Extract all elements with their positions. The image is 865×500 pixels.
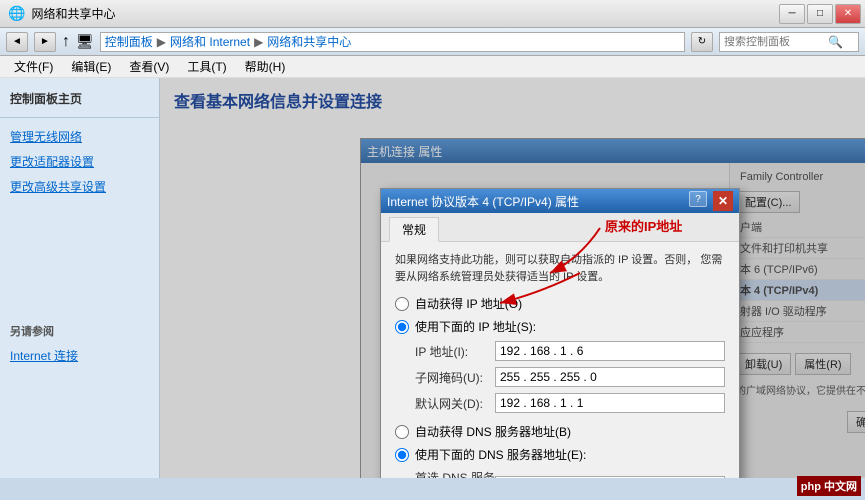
ip-annotation: 原来的IP地址	[605, 216, 682, 235]
ip-address-input[interactable]	[500, 344, 720, 358]
sidebar-link-adapter[interactable]: 更改适配器设置	[0, 149, 159, 174]
auto-ip-label: 自动获得 IP 地址(O)	[415, 295, 522, 312]
menu-edit[interactable]: 编辑(E)	[63, 56, 119, 77]
main-area: 控制面板主页 管理无线网络 更改适配器设置 更改高级共享设置 另请参阅 Inte…	[0, 78, 865, 478]
use-dns-label: 使用下面的 DNS 服务器地址(E):	[415, 446, 586, 463]
dialog-description: 如果网络支持此功能，则可以获取自动指派的 IP 设置。否则， 您需要从网络系统管…	[395, 252, 725, 285]
dialog-tabs: 常规	[381, 213, 739, 242]
title-bar-controls: ─ □ ✕	[779, 4, 861, 24]
title-bar: 🌐 网络和共享中心 ─ □ ✕	[0, 0, 865, 28]
menu-bar: 文件(F) 编辑(E) 查看(V) 工具(T) 帮助(H)	[0, 56, 865, 78]
ip-address-row: IP 地址(I):	[415, 341, 725, 361]
tcpip-dialog: Internet 协议版本 4 (TCP/IPv4) 属性 ? ✕ 常规 如果网…	[380, 188, 740, 478]
dialog-content: 如果网络支持此功能，则可以获取自动指派的 IP 设置。否则， 您需要从网络系统管…	[381, 242, 739, 478]
control-panel-icon: 🖥	[76, 33, 94, 50]
gateway-input[interactable]	[500, 396, 720, 410]
sidebar-footer-label: 另请参阅	[0, 319, 159, 343]
forward-button[interactable]: ►	[34, 32, 56, 52]
menu-help[interactable]: 帮助(H)	[237, 56, 294, 77]
breadcrumb-3[interactable]: 网络和共享中心	[267, 33, 351, 50]
content-area: 查看基本网络信息并设置连接 主机连接 属性 ? ✕ Family Control…	[160, 78, 865, 478]
subnet-input[interactable]	[500, 370, 720, 384]
dialog-titlebar: Internet 协议版本 4 (TCP/IPv4) 属性 ? ✕	[381, 189, 739, 213]
sidebar-link-wireless[interactable]: 管理无线网络	[0, 124, 159, 149]
title-bar-left: 🌐 网络和共享中心	[8, 5, 115, 22]
back-button[interactable]: ◄	[6, 32, 28, 52]
dns-section: 自动获得 DNS 服务器地址(B) 使用下面的 DNS 服务器地址(E): 首选…	[395, 423, 725, 478]
preferred-dns-label: 首选 DNS 服务器(P):	[415, 469, 495, 478]
up-button[interactable]: ↑	[62, 33, 70, 51]
dialog-close-button[interactable]: ✕	[713, 191, 733, 211]
breadcrumb-2[interactable]: 网络和 Internet	[170, 33, 250, 50]
menu-file[interactable]: 文件(F)	[6, 56, 61, 77]
dialog-title-controls: ? ✕	[689, 191, 733, 211]
breadcrumb: 控制面板 ▶ 网络和 Internet ▶ 网络和共享中心	[100, 32, 685, 52]
auto-dns-label: 自动获得 DNS 服务器地址(B)	[415, 423, 571, 440]
tab-general[interactable]: 常规	[389, 217, 439, 242]
sidebar-footer-link[interactable]: Internet 连接	[0, 343, 159, 368]
preferred-dns-row: 首选 DNS 服务器(P):	[415, 469, 725, 478]
menu-tools[interactable]: 工具(T)	[179, 56, 234, 77]
search-icon[interactable]: 🔍	[828, 35, 843, 49]
search-input[interactable]	[724, 36, 824, 48]
preferred-dns-field	[495, 476, 725, 478]
php-badge: php 中文网	[797, 476, 861, 496]
sidebar-title: 控制面板主页	[0, 86, 159, 111]
gateway-field	[495, 393, 725, 413]
window-title: 网络和共享中心	[31, 5, 115, 22]
ip-address-label: IP 地址(I):	[415, 343, 495, 360]
close-button[interactable]: ✕	[835, 4, 861, 24]
use-ip-row: 使用下面的 IP 地址(S):	[395, 318, 725, 335]
annotation-text: 原来的IP地址	[605, 219, 682, 234]
dialog-help-button[interactable]: ?	[689, 191, 707, 207]
restore-button[interactable]: □	[807, 4, 833, 24]
ip-radio-group: 自动获得 IP 地址(O) 使用下面的 IP 地址(S):	[395, 295, 725, 335]
sidebar-link-sharing[interactable]: 更改高级共享设置	[0, 174, 159, 199]
auto-dns-radio[interactable]	[395, 425, 409, 439]
dialog-title: Internet 协议版本 4 (TCP/IPv4) 属性	[387, 193, 579, 210]
breadcrumb-1[interactable]: 控制面板	[105, 33, 153, 50]
minimize-button[interactable]: ─	[779, 4, 805, 24]
sidebar: 控制面板主页 管理无线网络 更改适配器设置 更改高级共享设置 另请参阅 Inte…	[0, 78, 160, 478]
address-bar: ◄ ► ↑ 🖥 控制面板 ▶ 网络和 Internet ▶ 网络和共享中心 ↻ …	[0, 28, 865, 56]
gateway-row: 默认网关(D):	[415, 393, 725, 413]
breadcrumb-sep-2: ▶	[254, 35, 263, 49]
subnet-label: 子网掩码(U):	[415, 369, 495, 386]
sidebar-separator	[0, 117, 159, 118]
auto-dns-row: 自动获得 DNS 服务器地址(B)	[395, 423, 725, 440]
refresh-button[interactable]: ↻	[691, 32, 713, 52]
use-ip-label: 使用下面的 IP 地址(S):	[415, 318, 536, 335]
menu-view[interactable]: 查看(V)	[121, 56, 177, 77]
use-dns-row: 使用下面的 DNS 服务器地址(E):	[395, 446, 725, 463]
ip-address-field	[495, 341, 725, 361]
gateway-label: 默认网关(D):	[415, 395, 495, 412]
auto-ip-radio[interactable]	[395, 297, 409, 311]
subnet-field	[495, 367, 725, 387]
ip-fields: IP 地址(I): 子网掩码(U): 默认网关(D):	[415, 341, 725, 413]
breadcrumb-sep-1: ▶	[157, 35, 166, 49]
dns-fields: 首选 DNS 服务器(P): 备用 DNS 服务器(A):	[415, 469, 725, 478]
use-dns-radio[interactable]	[395, 448, 409, 462]
auto-ip-row: 自动获得 IP 地址(O)	[395, 295, 725, 312]
help-icon: ?	[695, 194, 701, 205]
subnet-row: 子网掩码(U):	[415, 367, 725, 387]
search-box: 🔍	[719, 32, 859, 52]
use-ip-radio[interactable]	[395, 320, 409, 334]
